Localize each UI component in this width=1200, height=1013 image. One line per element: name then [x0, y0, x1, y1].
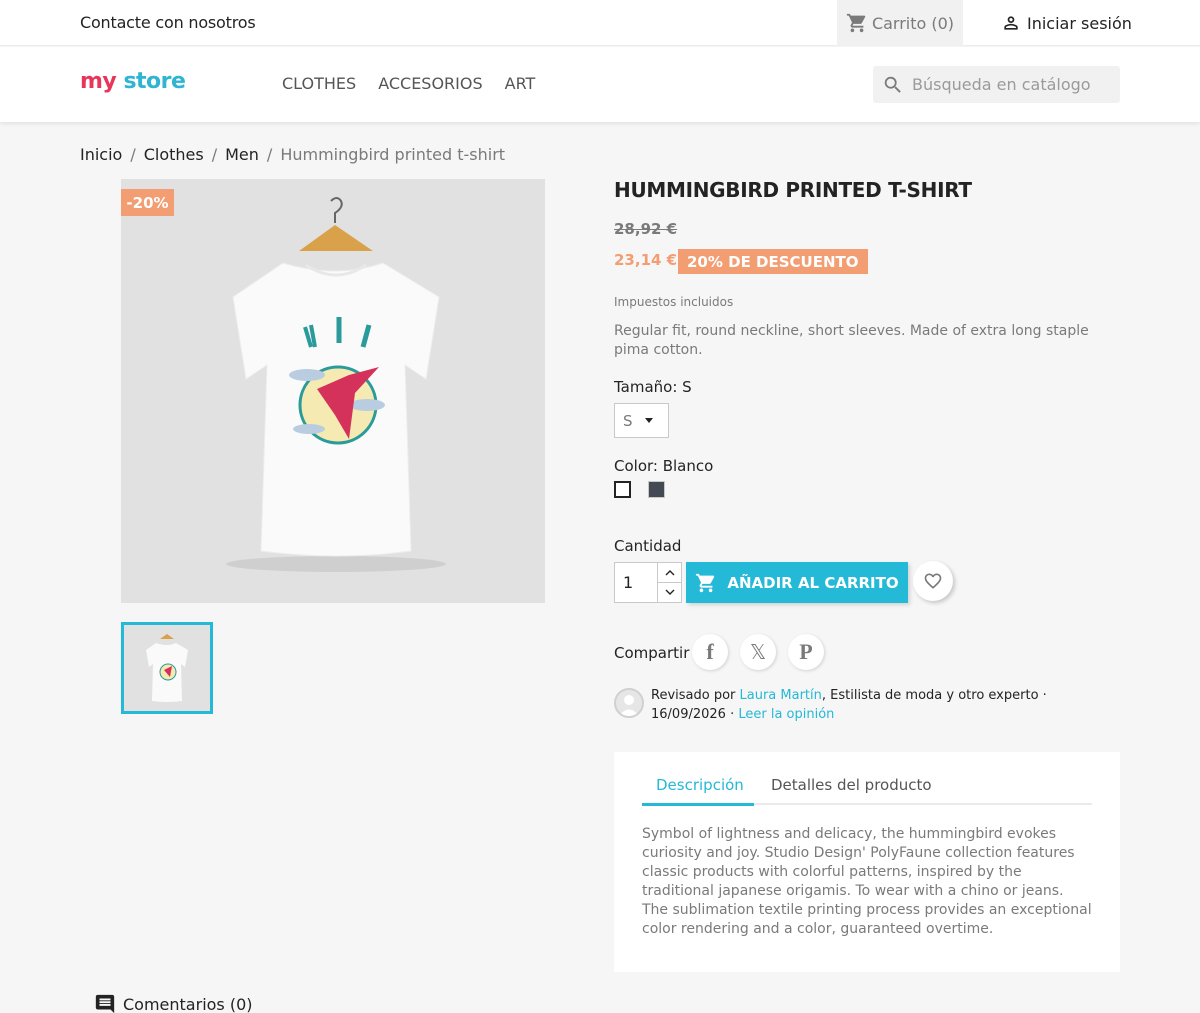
size-label: Tamaño: S [614, 378, 692, 396]
main-nav: CLOTHES ACCESORIOS ART [282, 74, 535, 93]
product-main-image[interactable] [121, 179, 545, 603]
cart-icon [696, 573, 715, 592]
color-swatch-grey[interactable] [648, 481, 665, 498]
quantity-decrease-button[interactable] [657, 582, 681, 602]
add-to-cart-label: AÑADIR AL CARRITO [727, 573, 899, 592]
product-description: Symbol of lightness and delicacy, the hu… [642, 826, 1092, 937]
review-separator: · [730, 707, 735, 722]
quantity-label: Cantidad [614, 537, 682, 555]
size-value: S [623, 411, 633, 430]
color-swatch-white[interactable] [614, 481, 631, 498]
review-text: Revisado por Laura Martín, Estilista de … [651, 686, 1121, 724]
size-select[interactable]: S [614, 403, 669, 438]
breadcrumb: Inicio / Clothes / Men / Hummingbird pri… [80, 145, 505, 164]
review-separator: · [1042, 688, 1047, 703]
facebook-share-button[interactable]: f [692, 634, 728, 670]
top-bar: Contacte con nosotros Carrito (0) Inicia… [0, 0, 1200, 46]
tab-active-indicator [642, 803, 754, 806]
current-price: 23,14 € [614, 251, 678, 269]
breadcrumb-separator: / [211, 145, 218, 164]
logo-part-store: store [123, 69, 186, 94]
read-review-link[interactable]: Leer la opinión [738, 707, 834, 722]
quantity-stepper: 1 [614, 562, 682, 603]
comments-section[interactable]: Comentarios (0) [94, 993, 253, 1013]
chevron-up-icon [665, 569, 674, 575]
chevron-down-icon [665, 589, 674, 595]
discount-flag: -20% [121, 189, 174, 216]
review-author-link[interactable]: Laura Martín [740, 688, 822, 703]
breadcrumb-men[interactable]: Men [225, 145, 259, 164]
tshirt-image [121, 179, 545, 603]
breadcrumb-home[interactable]: Inicio [80, 145, 122, 164]
pinterest-icon: P [799, 639, 813, 664]
search-placeholder: Búsqueda en catálogo [912, 75, 1091, 94]
breadcrumb-clothes[interactable]: Clothes [144, 145, 204, 164]
logo-part-my: my [80, 69, 117, 94]
search-input[interactable]: Búsqueda en catálogo [873, 66, 1120, 103]
signin-link[interactable]: Iniciar sesión [1001, 13, 1132, 33]
breadcrumb-separator: / [130, 145, 136, 164]
contact-link[interactable]: Contacte con nosotros [80, 13, 256, 32]
review-date: 16/09/2026 [651, 707, 726, 722]
cart-button[interactable]: Carrito (0) [837, 0, 963, 46]
quantity-input[interactable]: 1 [623, 573, 633, 592]
discount-badge: 20% DE DESCUENTO [678, 249, 868, 274]
regular-price: 28,92 € [614, 220, 678, 238]
signin-label: Iniciar sesión [1027, 13, 1132, 33]
nav-accesorios[interactable]: ACCESORIOS [378, 74, 482, 93]
comment-icon [95, 994, 115, 1013]
breadcrumb-separator: / [266, 145, 273, 164]
product-thumbnail[interactable] [121, 622, 213, 714]
breadcrumb-current: Hummingbird printed t-shirt [280, 145, 506, 164]
user-icon [1004, 16, 1018, 30]
comments-label: Comentarios (0) [123, 994, 253, 1013]
pinterest-share-button[interactable]: P [788, 634, 824, 670]
facebook-icon: f [706, 639, 714, 664]
product-title: HUMMINGBIRD PRINTED T-SHIRT [614, 178, 972, 202]
thumbnail-image [124, 625, 210, 711]
product-tabs: Descripción Detalles del producto Symbol… [614, 752, 1120, 972]
short-description: Regular fit, round neckline, short sleev… [614, 323, 1089, 358]
cart-label: Carrito (0) [871, 13, 955, 33]
quantity-increase-button[interactable] [657, 563, 681, 583]
share-label: Compartir [614, 644, 690, 662]
wishlist-button[interactable] [913, 561, 953, 601]
caret-down-icon [644, 418, 653, 423]
add-to-cart-button[interactable]: AÑADIR AL CARRITO [686, 562, 908, 603]
review-prefix: Revisado por [651, 688, 740, 703]
x-share-button[interactable]: 𝕏 [740, 634, 776, 670]
tax-label: Impuestos incluidos [614, 295, 734, 309]
main-header: my store CLOTHES ACCESORIOS ART Búsqueda… [0, 47, 1200, 122]
heart-icon [924, 573, 942, 589]
review-role: , Estilista de moda y otro experto [821, 688, 1039, 703]
nav-clothes[interactable]: CLOTHES [282, 74, 356, 93]
cart-icon [846, 13, 866, 33]
tab-product-details[interactable]: Detalles del producto [771, 776, 932, 794]
avatar [614, 688, 644, 718]
store-logo[interactable]: my store [80, 69, 186, 94]
tab-description[interactable]: Descripción [656, 776, 744, 794]
nav-art[interactable]: ART [505, 74, 536, 93]
color-label: Color: Blanco [614, 457, 714, 475]
x-icon: 𝕏 [749, 640, 767, 664]
search-icon [884, 76, 901, 93]
